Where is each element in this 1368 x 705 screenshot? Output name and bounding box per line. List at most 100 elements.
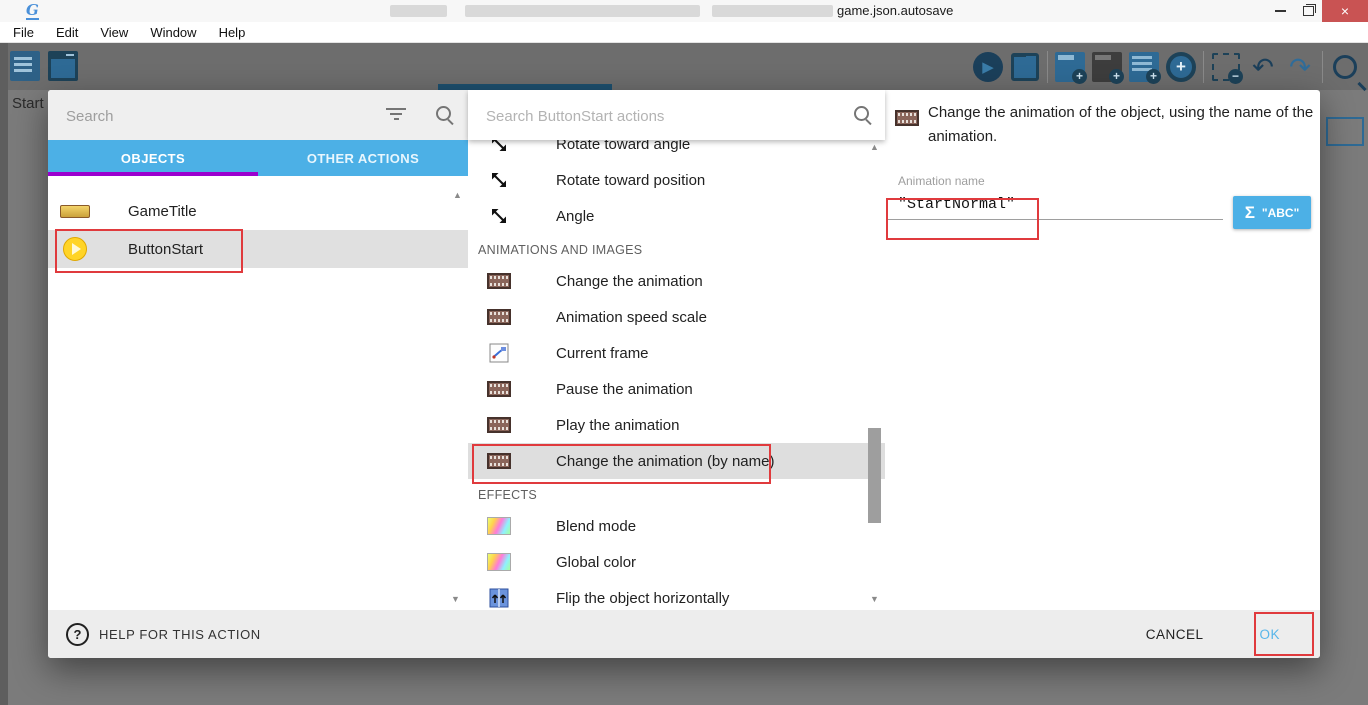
action-label: Flip the object horizontally: [556, 590, 729, 607]
action-label: Current frame: [556, 345, 649, 362]
scroll-up-icon[interactable]: ▲: [870, 142, 879, 152]
panel-edge: [0, 43, 8, 705]
action-row[interactable]: Pause the animation: [468, 371, 885, 407]
redacted-title-block: [712, 5, 833, 17]
close-icon: ×: [1341, 3, 1349, 19]
scroll-down-icon[interactable]: ▼: [870, 594, 879, 604]
scroll-down-icon[interactable]: ▼: [451, 594, 460, 604]
action-label: Pause the animation: [556, 381, 693, 398]
action-label: Global color: [556, 554, 636, 571]
actions-list: Rotate toward angleRotate toward positio…: [468, 90, 885, 610]
sigma-icon: Σ: [1245, 203, 1255, 223]
actions-search-bar: [468, 90, 885, 140]
search-icon[interactable]: [854, 106, 869, 121]
add-comment-icon[interactable]: +: [1129, 52, 1159, 82]
background-tab-label: Start: [12, 95, 44, 112]
scroll-up-icon[interactable]: ▲: [453, 190, 462, 200]
menu-edit[interactable]: Edit: [45, 25, 89, 40]
undo-icon[interactable]: ↶: [1248, 52, 1278, 82]
toolbar-separator: [1203, 51, 1204, 83]
action-row[interactable]: Flip the object horizontally: [468, 580, 885, 610]
action-row[interactable]: Play the animation: [468, 407, 885, 443]
film-icon: [486, 417, 512, 433]
scrollbar-thumb[interactable]: [868, 428, 881, 523]
tab-objects[interactable]: OBJECTS: [48, 140, 258, 176]
play-icon[interactable]: ▶: [973, 52, 1003, 82]
menu-view[interactable]: View: [89, 25, 139, 40]
annotation-box-buttonstart: [55, 229, 243, 273]
film-icon: [486, 309, 512, 325]
close-button[interactable]: ×: [1322, 0, 1368, 22]
color-icon: [486, 553, 512, 571]
events-sheet-icon[interactable]: [10, 51, 40, 81]
annotation-box-change-animation-by-name: [472, 444, 771, 484]
action-row[interactable]: Blend mode: [468, 508, 885, 544]
action-row[interactable]: Current frame: [468, 335, 885, 371]
objects-search-bar: [48, 90, 468, 140]
add-icon[interactable]: +: [1166, 52, 1196, 82]
action-row[interactable]: Angle: [468, 198, 885, 234]
add-event-icon[interactable]: +: [1055, 52, 1085, 82]
film-icon: [486, 381, 512, 397]
object-tabs: OBJECTS OTHER ACTIONS: [48, 140, 468, 176]
frame-icon: [486, 343, 512, 363]
rotate-icon: [486, 206, 512, 226]
debug-icon[interactable]: [1010, 52, 1040, 82]
rotate-icon: [486, 170, 512, 190]
help-button[interactable]: HELP FOR THIS ACTION: [99, 627, 261, 642]
redacted-title-block: [390, 5, 447, 17]
field-label: Animation name: [898, 174, 985, 188]
section-header: ANIMATIONS AND IMAGES: [468, 234, 885, 263]
redo-icon[interactable]: ↷: [1285, 52, 1315, 82]
menu-help[interactable]: Help: [208, 25, 257, 40]
menu-bar: FileEditViewWindowHelp: [0, 22, 1368, 43]
gdevelop-window: G game.json.autosave × FileEditViewWindo…: [0, 0, 1368, 705]
background-input-outline: [1326, 117, 1364, 146]
action-label: Rotate toward position: [556, 172, 705, 189]
redacted-title-block: [465, 5, 700, 17]
annotation-box-animation-name-field: [886, 198, 1039, 240]
help-icon: ?: [66, 623, 89, 646]
menu-file[interactable]: File: [2, 25, 45, 40]
game-title-icon: [60, 205, 90, 218]
restore-icon: [1303, 6, 1314, 16]
search-icon[interactable]: [436, 106, 451, 121]
action-row[interactable]: Change the animation: [468, 263, 885, 299]
toolbar-separator: [1322, 51, 1323, 83]
object-row-gametitle[interactable]: GameTitle: [48, 192, 468, 230]
menu-window[interactable]: Window: [139, 25, 207, 40]
search-icon[interactable]: [1330, 52, 1360, 82]
minimize-icon: [1275, 10, 1286, 12]
tab-other-actions[interactable]: OTHER ACTIONS: [258, 140, 468, 176]
filter-icon[interactable]: [386, 108, 406, 122]
instruction-editor-dialog: OBJECTS OTHER ACTIONS GameTitleButtonSta…: [48, 90, 1320, 658]
scene-editor-icon[interactable]: [48, 51, 78, 81]
toolbar-separator: [1047, 51, 1048, 83]
expression-editor-label: "ABC": [1262, 206, 1299, 220]
film-icon: [486, 273, 512, 289]
action-row[interactable]: Global color: [468, 544, 885, 580]
object-label: GameTitle: [128, 203, 197, 220]
add-subevent-icon[interactable]: +: [1092, 52, 1122, 82]
restore-button[interactable]: [1294, 0, 1322, 22]
delete-event-icon[interactable]: −: [1211, 52, 1241, 82]
title-bar: G game.json.autosave ×: [0, 0, 1368, 22]
action-description: Change the animation of the object, usin…: [928, 101, 1320, 149]
flip-icon: [486, 588, 512, 608]
action-row[interactable]: Rotate toward position: [468, 162, 885, 198]
action-label: Play the animation: [556, 417, 679, 434]
cancel-button[interactable]: CANCEL: [1140, 626, 1210, 643]
action-row[interactable]: Animation speed scale: [468, 299, 885, 335]
minimize-button[interactable]: [1266, 0, 1294, 22]
gdevelop-logo-icon: G: [26, 2, 39, 20]
action-label: Change the animation: [556, 273, 703, 290]
window-title: game.json.autosave: [837, 3, 953, 18]
actions-search-input[interactable]: [484, 100, 828, 132]
expression-editor-button[interactable]: Σ "ABC": [1233, 196, 1311, 229]
film-icon: [895, 110, 919, 126]
dialog-footer: ? HELP FOR THIS ACTION CANCEL OK: [48, 610, 1320, 658]
objects-search-input[interactable]: [64, 100, 368, 132]
action-label: Angle: [556, 208, 594, 225]
color-icon: [486, 517, 512, 535]
action-label: Blend mode: [556, 518, 636, 535]
